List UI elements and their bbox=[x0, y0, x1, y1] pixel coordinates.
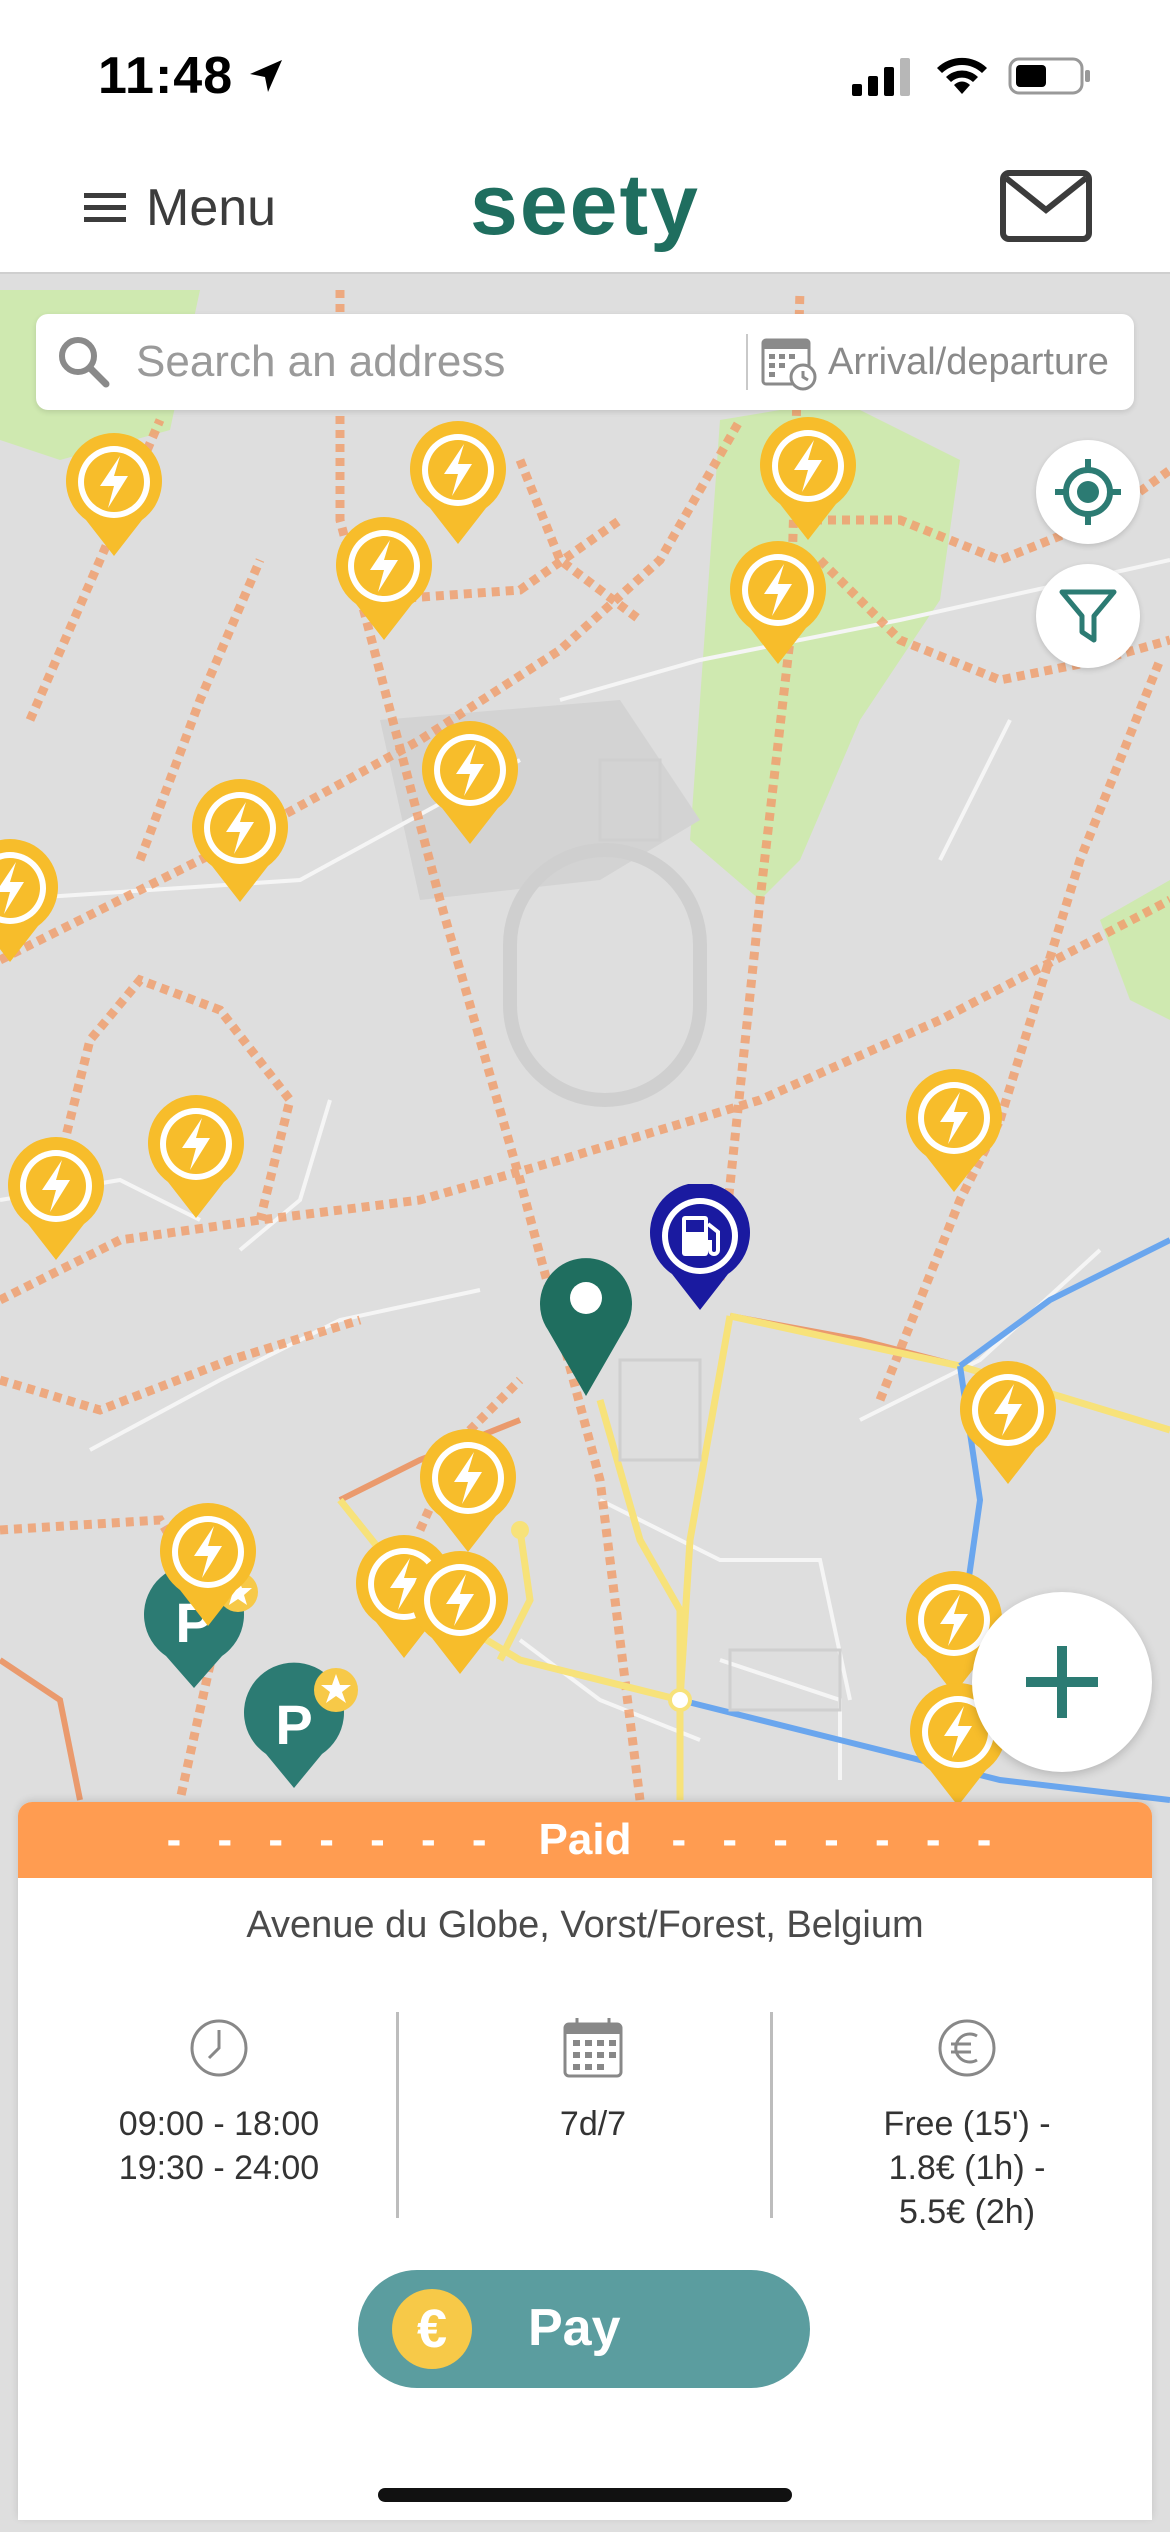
search-icon bbox=[59, 337, 110, 388]
days-info: 7d/7 bbox=[408, 2012, 778, 2146]
menu-button[interactable]: Menu bbox=[84, 176, 276, 240]
info-divider bbox=[396, 2012, 399, 2218]
charger-pin-icon[interactable] bbox=[418, 718, 522, 848]
paid-banner: - - - - - - - Paid - - - - - - - bbox=[18, 1802, 1152, 1878]
pay-button[interactable]: € Pay bbox=[358, 2270, 810, 2388]
hours-line-2: 19:30 - 24:00 bbox=[118, 2149, 320, 2187]
charger-pin-icon[interactable] bbox=[332, 514, 436, 644]
charger-pin-icon[interactable] bbox=[726, 538, 830, 668]
hours-info: 09:00 - 18:00 19:30 - 24:00 bbox=[34, 2012, 404, 2190]
days-value: 7d/7 bbox=[559, 2105, 627, 2143]
app-logo: seety bbox=[470, 157, 700, 253]
add-button[interactable] bbox=[972, 1592, 1152, 1772]
menu-label: Menu bbox=[146, 179, 277, 237]
location-arrow-icon bbox=[250, 60, 282, 92]
street-address: Avenue du Globe, Vorst/Forest, Belgium bbox=[246, 1904, 924, 1946]
mail-icon[interactable] bbox=[1000, 170, 1092, 242]
locate-icon bbox=[1055, 459, 1121, 525]
charger-pin-icon[interactable] bbox=[4, 1134, 108, 1264]
euro-coin-icon: € bbox=[392, 2289, 472, 2369]
euro-icon bbox=[938, 2019, 996, 2077]
hamburger-icon bbox=[84, 193, 126, 222]
charger-pin-icon[interactable] bbox=[902, 1066, 1006, 1196]
filter-icon bbox=[1059, 589, 1117, 643]
signal-icon bbox=[852, 58, 910, 96]
status-time: 11:48 bbox=[98, 47, 234, 105]
svg-text:P: P bbox=[275, 1693, 312, 1756]
search-bar: Arrival/departure bbox=[36, 314, 1134, 410]
battery-icon bbox=[1008, 57, 1090, 95]
fuel-pin-icon[interactable] bbox=[648, 1184, 752, 1314]
banner-dashes-right: - - - - - - - bbox=[671, 1815, 1004, 1864]
parking-pin-icon[interactable]: P bbox=[242, 1662, 362, 1792]
search-input[interactable] bbox=[136, 332, 756, 392]
charger-pin-icon[interactable] bbox=[156, 1500, 260, 1630]
banner-dashes-left: - - - - - - - bbox=[166, 1815, 499, 1864]
arrival-departure-button[interactable]: Arrival/departure bbox=[760, 328, 1109, 396]
price-line-3: 5.5€ (2h) bbox=[898, 2193, 1036, 2231]
locate-me-button[interactable] bbox=[1036, 440, 1140, 544]
arrival-departure-label: Arrival/departure bbox=[828, 340, 1109, 383]
calendar-icon bbox=[563, 2018, 623, 2078]
filter-button[interactable] bbox=[1036, 564, 1140, 668]
charger-pin-icon[interactable] bbox=[756, 414, 860, 544]
info-divider bbox=[770, 2012, 773, 2218]
calendar-clock-icon bbox=[761, 338, 817, 391]
paid-label: Paid bbox=[538, 1815, 632, 1864]
selected-location-pin-icon[interactable] bbox=[538, 1250, 634, 1400]
parking-info-card: - - - - - - - Paid - - - - - - - Avenue … bbox=[18, 1802, 1152, 2520]
app-header: Menu seety bbox=[0, 150, 1170, 274]
charger-pin-icon[interactable] bbox=[0, 836, 62, 966]
wifi-icon bbox=[937, 57, 987, 94]
price-line-1: Free (15') - bbox=[883, 2105, 1051, 2143]
pay-label: Pay bbox=[528, 2299, 621, 2357]
charger-pin-icon[interactable] bbox=[144, 1092, 248, 1222]
hours-line-1: 09:00 - 18:00 bbox=[118, 2105, 320, 2143]
charger-pin-icon[interactable] bbox=[408, 1548, 512, 1678]
clock-icon bbox=[190, 2019, 248, 2077]
charger-pin-icon[interactable] bbox=[956, 1358, 1060, 1488]
price-line-2: 1.8€ (1h) - bbox=[888, 2149, 1046, 2187]
status-bar: 11:48 bbox=[0, 0, 1170, 150]
plus-icon bbox=[1026, 1646, 1098, 1718]
price-info: Free (15') - 1.8€ (1h) - 5.5€ (2h) bbox=[782, 2012, 1152, 2234]
search-divider bbox=[746, 334, 748, 390]
charger-pin-icon[interactable] bbox=[188, 776, 292, 906]
home-indicator[interactable] bbox=[378, 2488, 792, 2502]
charger-pin-icon[interactable] bbox=[62, 430, 166, 560]
